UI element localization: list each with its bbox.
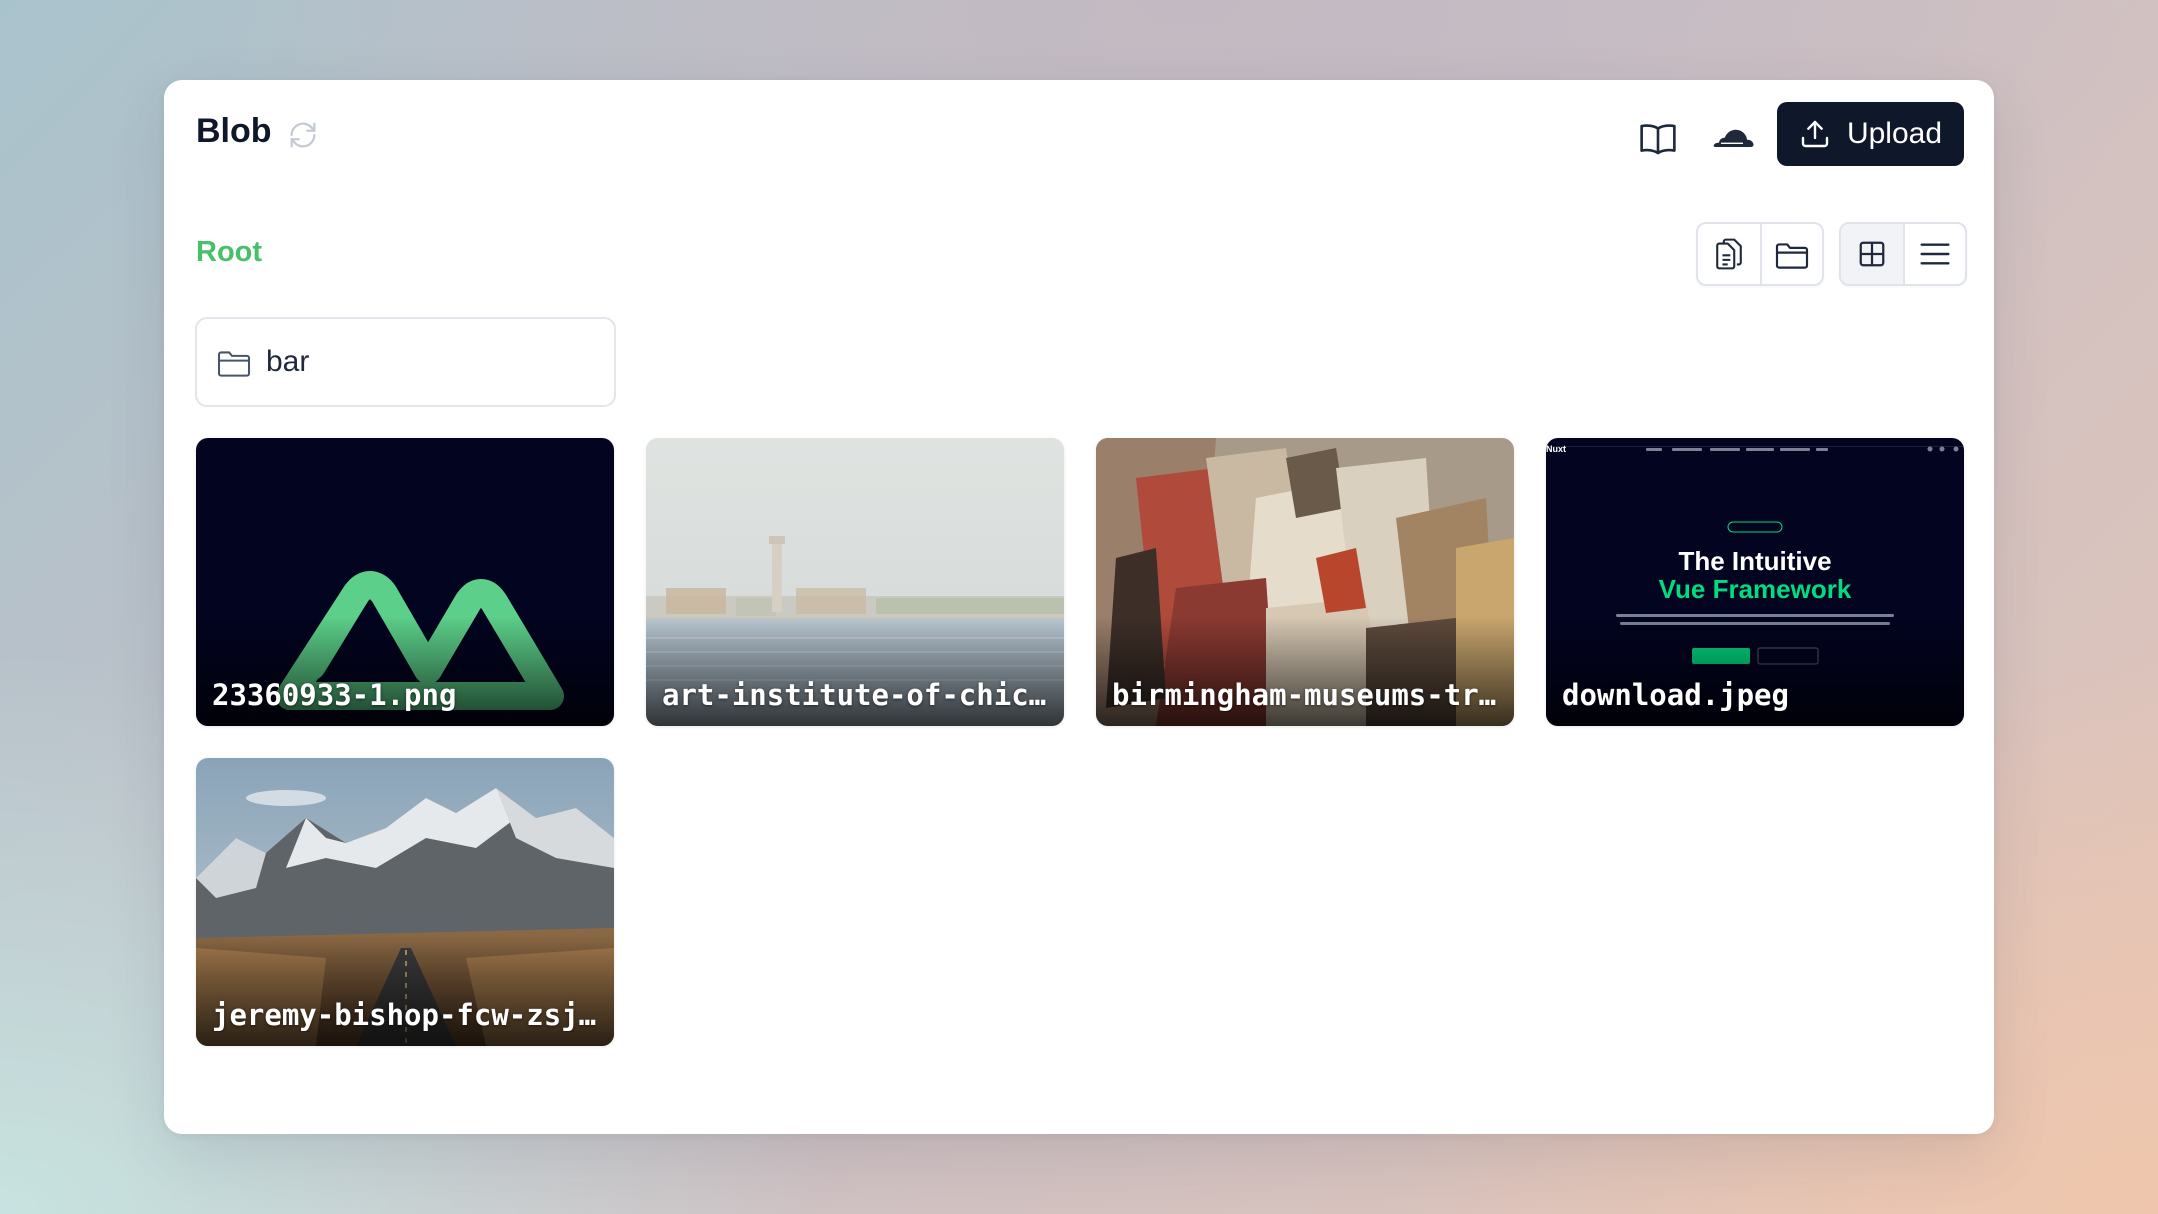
file-name: 23360933-1.png bbox=[212, 678, 457, 712]
preview-heading-line1: The Intuitive bbox=[1678, 546, 1832, 576]
folder-item[interactable]: bar bbox=[195, 317, 616, 407]
book-open-icon bbox=[1640, 124, 1676, 155]
new-folder-button[interactable] bbox=[1760, 224, 1822, 284]
cloudflare-icon bbox=[1713, 129, 1754, 147]
upload-button[interactable]: Upload bbox=[1777, 102, 1964, 166]
folder-icon bbox=[217, 351, 251, 377]
file-tile[interactable]: jeremy-bishop-fcw-zsj… bbox=[196, 758, 614, 1046]
list-icon bbox=[1920, 243, 1950, 265]
create-button-group bbox=[1696, 222, 1824, 286]
docs-button[interactable] bbox=[1632, 114, 1684, 166]
preview-heading-line2: Vue Framework bbox=[1658, 574, 1852, 604]
file-tile[interactable]: birmingham-museums-tr… bbox=[1096, 438, 1514, 726]
blob-panel: Blob Upload Root bar 23360933-1.png art-… bbox=[164, 80, 1994, 1134]
cloudflare-button[interactable] bbox=[1707, 114, 1759, 166]
file-name: art-institute-of-chic… bbox=[662, 678, 1047, 712]
view-toggle-group bbox=[1839, 222, 1967, 286]
list-view-button[interactable] bbox=[1903, 224, 1965, 284]
grid-icon bbox=[1859, 241, 1885, 267]
file-tile[interactable]: 23360933-1.png bbox=[196, 438, 614, 726]
file-tile[interactable]: Nuxt The Intuitive Vue Framework downloa… bbox=[1546, 438, 1964, 726]
file-tile[interactable]: art-institute-of-chic… bbox=[646, 438, 1064, 726]
folder-name: bar bbox=[266, 345, 310, 378]
upload-label: Upload bbox=[1846, 117, 1943, 150]
file-name: jeremy-bishop-fcw-zsj… bbox=[212, 998, 597, 1032]
breadcrumb-root[interactable]: Root bbox=[196, 236, 262, 269]
page-title: Blob bbox=[196, 112, 272, 150]
file-name: birmingham-museums-tr… bbox=[1112, 678, 1497, 712]
folder-icon bbox=[1775, 243, 1809, 269]
new-file-button[interactable] bbox=[1698, 224, 1760, 284]
upload-icon bbox=[1801, 120, 1829, 148]
refresh-icon[interactable] bbox=[286, 118, 320, 152]
file-name: download.jpeg bbox=[1562, 678, 1789, 712]
grid-view-button[interactable] bbox=[1841, 224, 1903, 284]
preview-logo-text: Nuxt bbox=[1546, 444, 1566, 454]
document-duplicate-icon bbox=[1716, 238, 1742, 270]
